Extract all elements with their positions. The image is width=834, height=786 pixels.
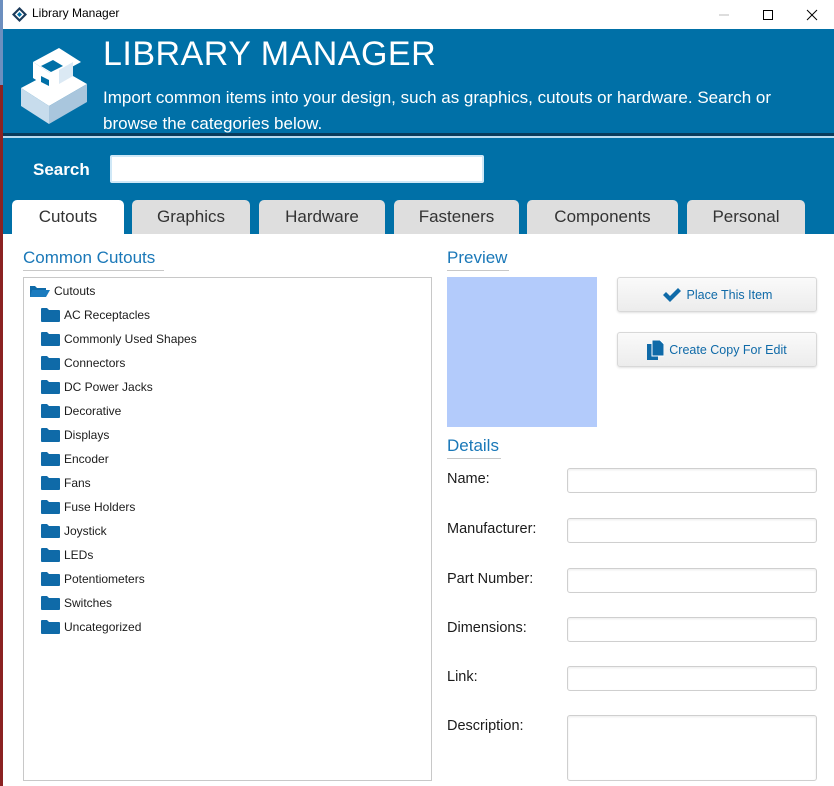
tree-item-label: Uncategorized bbox=[64, 620, 142, 634]
tree-item-label: AC Receptacles bbox=[64, 308, 151, 322]
name-field[interactable] bbox=[567, 468, 817, 493]
dimensions-label: Dimensions: bbox=[447, 620, 527, 636]
tree-item[interactable]: LEDs bbox=[41, 545, 93, 565]
category-tabs: Cutouts Graphics Hardware Fasteners Comp… bbox=[3, 200, 834, 234]
link-field[interactable] bbox=[567, 666, 817, 691]
tree-item[interactable]: Connectors bbox=[41, 353, 125, 373]
folder-icon bbox=[41, 404, 60, 418]
tab-hardware[interactable]: Hardware bbox=[259, 200, 385, 234]
folder-icon bbox=[41, 380, 60, 394]
tree-root-cutouts[interactable]: Cutouts bbox=[30, 281, 95, 301]
manufacturer-field[interactable] bbox=[567, 518, 817, 543]
close-button[interactable] bbox=[790, 0, 834, 29]
tab-personal[interactable]: Personal bbox=[687, 200, 805, 234]
copy-icon bbox=[647, 339, 665, 360]
maximize-icon bbox=[763, 9, 773, 20]
folder-icon bbox=[41, 356, 60, 370]
tree-item[interactable]: Joystick bbox=[41, 521, 107, 541]
page-subtitle: Import common items into your design, su… bbox=[103, 88, 772, 133]
manufacturer-label: Manufacturer: bbox=[447, 521, 537, 537]
tree-item[interactable]: Commonly Used Shapes bbox=[41, 329, 197, 349]
page-title: LIBRARY MANAGER bbox=[103, 35, 437, 73]
preview-section-title: Preview bbox=[447, 248, 509, 271]
folder-open-icon bbox=[30, 286, 50, 297]
tree-item[interactable]: Displays bbox=[41, 425, 109, 445]
tab-components[interactable]: Components bbox=[527, 200, 678, 234]
folder-icon bbox=[41, 332, 60, 346]
folder-icon bbox=[41, 524, 60, 538]
tree-item-label: Cutouts bbox=[54, 284, 96, 298]
tree-item[interactable]: Uncategorized bbox=[41, 617, 141, 637]
name-label: Name: bbox=[447, 471, 490, 487]
place-item-button[interactable]: Place This Item bbox=[617, 277, 817, 312]
app-icon bbox=[12, 7, 27, 22]
tree-item-label: Fans bbox=[64, 476, 91, 490]
place-item-label: Place This Item bbox=[686, 287, 773, 302]
tree-section-title: Common Cutouts bbox=[23, 248, 164, 271]
tree-item[interactable]: Fans bbox=[41, 473, 91, 493]
tree-item-label: Decorative bbox=[64, 404, 122, 418]
part-number-label: Part Number: bbox=[447, 571, 534, 587]
tree-item[interactable]: Switches bbox=[41, 593, 112, 613]
tree-item[interactable]: Decorative bbox=[41, 401, 121, 421]
tab-fasteners[interactable]: Fasteners bbox=[394, 200, 519, 234]
tree-item[interactable]: DC Power Jacks bbox=[41, 377, 153, 397]
create-copy-label: Create Copy For Edit bbox=[669, 342, 787, 357]
link-label: Link: bbox=[447, 669, 478, 685]
header-divider-highlight bbox=[3, 136, 834, 138]
checkmark-icon bbox=[662, 287, 681, 302]
tree-item-label: Fuse Holders bbox=[64, 500, 136, 514]
tree-item-label: DC Power Jacks bbox=[64, 380, 153, 394]
folder-icon bbox=[41, 476, 60, 490]
tree-item-label: Commonly Used Shapes bbox=[64, 332, 197, 346]
description-field[interactable] bbox=[567, 715, 817, 781]
minimize-icon bbox=[719, 14, 729, 15]
details-section-title: Details bbox=[447, 436, 501, 459]
folder-icon bbox=[41, 620, 60, 634]
window-titlebar[interactable]: Library Manager bbox=[3, 0, 834, 29]
description-label: Description: bbox=[447, 718, 524, 734]
tree-item[interactable]: AC Receptacles bbox=[41, 305, 150, 325]
folder-icon bbox=[41, 452, 60, 466]
search-label: Search bbox=[33, 160, 90, 179]
tab-cutouts[interactable]: Cutouts bbox=[12, 200, 124, 234]
tree-item[interactable]: Encoder bbox=[41, 449, 109, 469]
tree-item-label: LEDs bbox=[64, 548, 94, 562]
window-title: Library Manager bbox=[32, 6, 120, 20]
tab-graphics[interactable]: Graphics bbox=[132, 200, 250, 234]
folder-icon bbox=[41, 596, 60, 610]
tree-item-label: Connectors bbox=[64, 356, 126, 370]
tree-item-label: Potentiometers bbox=[64, 572, 145, 586]
folder-icon bbox=[41, 548, 60, 562]
close-icon bbox=[806, 9, 818, 20]
tree-item-label: Displays bbox=[64, 428, 110, 442]
tree-item-label: Encoder bbox=[64, 452, 109, 466]
search-input[interactable] bbox=[110, 155, 484, 183]
tree-item[interactable]: Potentiometers bbox=[41, 569, 145, 589]
tree-item[interactable]: Fuse Holders bbox=[41, 497, 135, 517]
pd-logo-icon bbox=[21, 48, 87, 124]
tree-item-label: Joystick bbox=[64, 524, 107, 538]
tree-item-label: Switches bbox=[64, 596, 113, 610]
folder-icon bbox=[41, 500, 60, 514]
category-tree[interactable]: Cutouts AC Receptacles Commonly Used Shap… bbox=[23, 277, 432, 781]
folder-icon bbox=[41, 572, 60, 586]
preview-image bbox=[447, 277, 597, 427]
minimize-button[interactable] bbox=[702, 0, 746, 29]
header-banner: LIBRARY MANAGER Import common items into… bbox=[3, 29, 834, 234]
part-number-field[interactable] bbox=[567, 568, 817, 593]
create-copy-button[interactable]: Create Copy For Edit bbox=[617, 332, 817, 367]
maximize-button[interactable] bbox=[746, 0, 790, 29]
dimensions-field[interactable] bbox=[567, 617, 817, 642]
folder-icon bbox=[41, 308, 60, 322]
folder-icon bbox=[41, 428, 60, 442]
